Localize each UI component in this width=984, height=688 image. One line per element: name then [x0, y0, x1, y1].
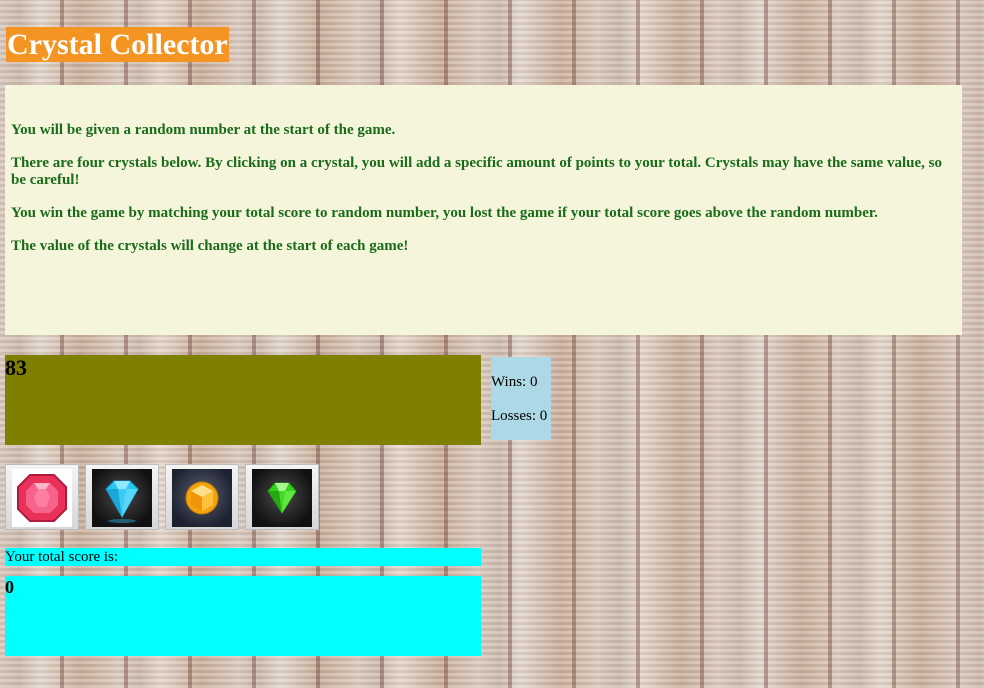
crystal-button-blue[interactable] — [85, 464, 159, 530]
total-score-display: 0 — [5, 576, 481, 656]
crystal-button-orange[interactable] — [165, 464, 239, 530]
orange-crystal-icon — [172, 469, 232, 527]
random-number-value: 83 — [5, 355, 27, 380]
losses-counter: Losses: 0 — [491, 408, 548, 424]
red-crystal-icon — [12, 469, 72, 527]
instructions-panel: You will be given a random number at the… — [5, 85, 962, 335]
crystal-button-green[interactable] — [245, 464, 319, 530]
wins-counter: Wins: 0 — [491, 374, 538, 390]
instruction-line: There are four crystals below. By clicki… — [11, 155, 942, 188]
instruction-line: The value of the crystals will change at… — [11, 238, 409, 254]
total-score-label: Your total score is: — [5, 548, 481, 566]
instruction-line: You will be given a random number at the… — [11, 122, 396, 138]
random-number-display: 83 — [5, 355, 481, 445]
win-loss-record: Wins: 0 Losses: 0 — [491, 357, 551, 440]
green-crystal-icon — [252, 469, 312, 527]
instruction-line: You win the game by matching your total … — [11, 205, 878, 221]
blue-crystal-icon — [92, 469, 152, 527]
game-title: Crystal Collector — [6, 27, 229, 62]
total-score-value: 0 — [5, 577, 14, 597]
crystal-button-red[interactable] — [5, 464, 79, 530]
